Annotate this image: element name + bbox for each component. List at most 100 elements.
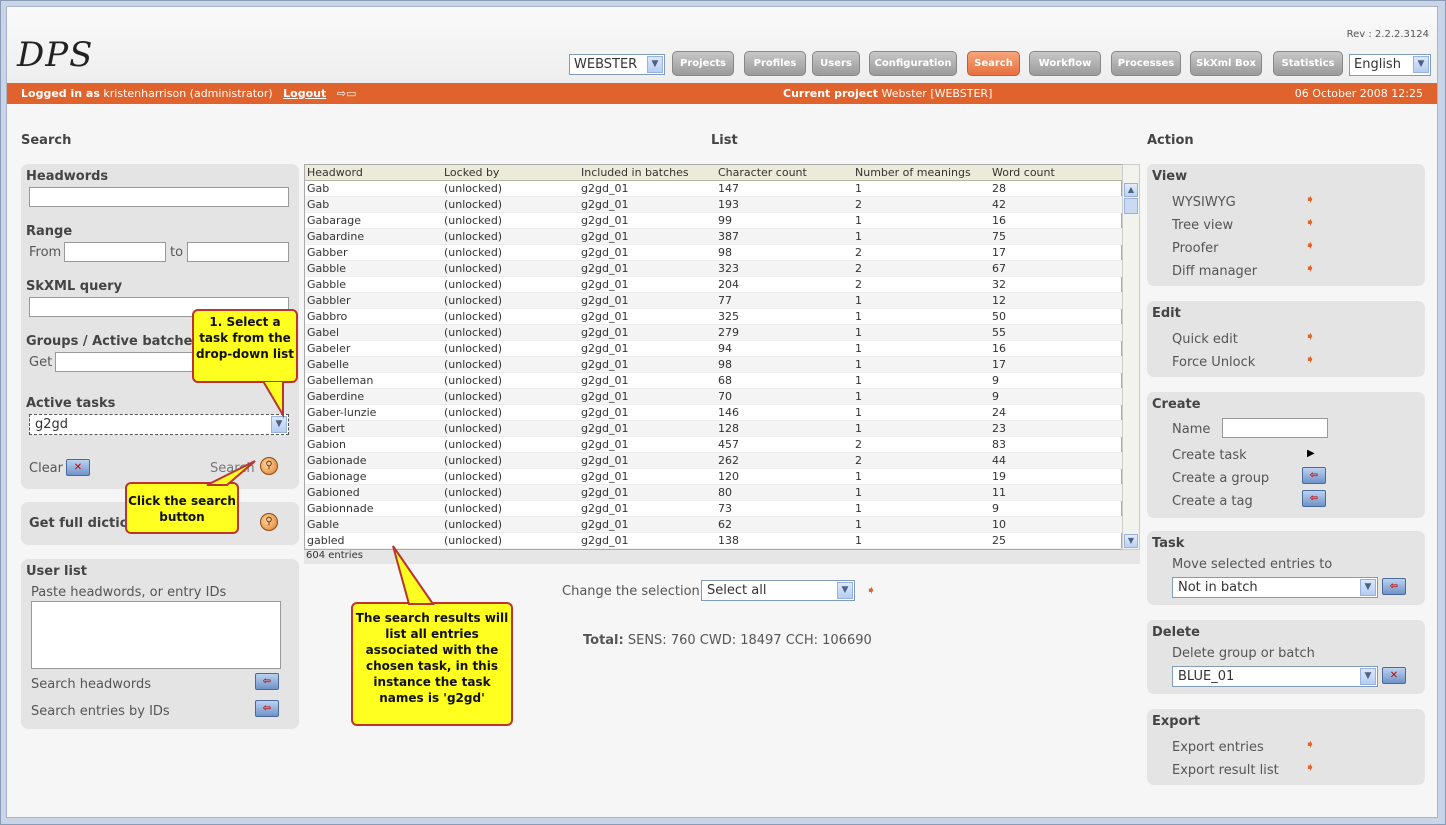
chevron-down-icon[interactable]: ▼ [647, 56, 663, 73]
delete-label: Delete group or batch [1172, 646, 1315, 661]
export-result-arrow-icon[interactable]: ➧ [1305, 761, 1317, 773]
search-icon[interactable]: ⚲ [260, 457, 278, 475]
nav-skxml-box[interactable]: SkXml Box [1190, 51, 1262, 76]
table-row[interactable]: Gab (unlocked) g2gd_01 147 1 28 [305, 181, 1123, 197]
quick-edit-label[interactable]: Quick edit [1172, 332, 1238, 347]
table-row[interactable]: Gabelle (unlocked) g2gd_01 98 1 17 [305, 357, 1123, 373]
range-from-input[interactable] [64, 242, 166, 262]
table-row[interactable]: Gabber (unlocked) g2gd_01 98 2 17 [305, 245, 1123, 261]
tree-view-arrow-icon[interactable]: ➧ [1305, 216, 1317, 228]
create-tag-icon[interactable]: ⇦ [1302, 490, 1326, 507]
search-ids-icon[interactable]: ⇦ [255, 700, 279, 717]
table-row[interactable]: Gabarage (unlocked) g2gd_01 99 1 16 [305, 213, 1123, 229]
create-group-label[interactable]: Create a group [1172, 471, 1269, 486]
table-row[interactable]: Gabbler (unlocked) g2gd_01 77 1 12 [305, 293, 1123, 309]
force-unlock-label[interactable]: Force Unlock [1172, 355, 1255, 370]
move-apply-icon[interactable]: ⇦ [1382, 578, 1406, 595]
export-result-label[interactable]: Export result list [1172, 763, 1279, 778]
table-cell: 83 [992, 438, 1006, 451]
export-entries-label[interactable]: Export entries [1172, 740, 1264, 755]
delete-select[interactable]: BLUE_01 ▼ [1172, 666, 1378, 687]
delete-icon[interactable]: ✕ [1382, 667, 1406, 684]
project-select[interactable]: WEBSTER ▼ [569, 54, 665, 75]
table-cell: gabled [307, 534, 345, 547]
table-row[interactable]: Gabelleman (unlocked) g2gd_01 68 1 9 [305, 373, 1123, 389]
get-label: Get [29, 355, 53, 370]
col-locked-by[interactable]: Locked by [444, 166, 499, 179]
table-cell: g2gd_01 [581, 534, 629, 547]
diff-manager-arrow-icon[interactable]: ➧ [1305, 262, 1317, 274]
table-row[interactable]: Gabioned (unlocked) g2gd_01 80 1 11 [305, 485, 1123, 501]
chevron-down-icon[interactable]: ▼ [1360, 668, 1376, 685]
table-row[interactable]: Gabert (unlocked) g2gd_01 128 1 23 [305, 421, 1123, 437]
name-input[interactable] [1222, 418, 1328, 438]
nav-workflow[interactable]: Workflow [1029, 51, 1101, 76]
table-row[interactable]: Gaberdine (unlocked) g2gd_01 70 1 9 [305, 389, 1123, 405]
table-cell: g2gd_01 [581, 230, 629, 243]
create-group-icon[interactable]: ⇦ [1302, 467, 1326, 484]
table-row[interactable]: Gaber-lunzie (unlocked) g2gd_01 146 1 24 [305, 405, 1123, 421]
quick-edit-arrow-icon[interactable]: ➧ [1305, 330, 1317, 342]
nav-profiles[interactable]: Profiles [744, 51, 806, 76]
tree-view-label[interactable]: Tree view [1172, 218, 1233, 233]
table-row[interactable]: Gabardine (unlocked) g2gd_01 387 1 75 [305, 229, 1123, 245]
col-word-count[interactable]: Word count [992, 166, 1055, 179]
nav-search[interactable]: Search [967, 51, 1020, 76]
range-to-input[interactable] [187, 242, 289, 262]
search-icon[interactable]: ⚲ [260, 513, 278, 531]
wysiwyg-label[interactable]: WYSIWYG [1172, 195, 1236, 210]
logout-icon[interactable]: ⇨▭ [337, 87, 357, 100]
table-row[interactable]: Gabionage (unlocked) g2gd_01 120 1 19 [305, 469, 1123, 485]
callout-click-search: Click the search button [125, 482, 239, 534]
export-entries-arrow-icon[interactable]: ➧ [1305, 738, 1317, 750]
col-headword[interactable]: Headword [307, 166, 363, 179]
table-row[interactable]: Gabeler (unlocked) g2gd_01 94 1 16 [305, 341, 1123, 357]
clear-icon[interactable]: ✕ [66, 459, 90, 476]
chevron-down-icon[interactable]: ▼ [837, 582, 853, 599]
col-batches[interactable]: Included in batches [581, 166, 689, 179]
headwords-input[interactable] [29, 187, 289, 207]
force-unlock-arrow-icon[interactable]: ➧ [1305, 353, 1317, 365]
create-task-arrow-icon[interactable]: ▶ [1307, 448, 1319, 460]
move-select[interactable]: Not in batch ▼ [1172, 577, 1378, 598]
table-row[interactable]: Gable (unlocked) g2gd_01 62 1 10 [305, 517, 1123, 533]
diff-manager-label[interactable]: Diff manager [1172, 264, 1257, 279]
scroll-thumb[interactable] [1124, 198, 1138, 214]
from-label: From [29, 245, 62, 260]
table-cell: 1 [855, 342, 862, 355]
table-row[interactable]: Gabionade (unlocked) g2gd_01 262 2 44 [305, 453, 1123, 469]
table-row[interactable]: Gab (unlocked) g2gd_01 193 2 42 [305, 197, 1123, 213]
nav-projects[interactable]: Projects [672, 51, 734, 76]
nav-configuration[interactable]: Configuration [869, 51, 957, 76]
user-list-textarea[interactable] [31, 601, 281, 669]
table-scrollbar[interactable]: ▲ ▼ [1122, 164, 1140, 550]
table-row[interactable]: Gabbro (unlocked) g2gd_01 325 1 50 [305, 309, 1123, 325]
language-select[interactable]: English ▼ [1349, 54, 1431, 76]
proofer-arrow-icon[interactable]: ➧ [1305, 239, 1317, 251]
table-cell: Gable [307, 518, 340, 531]
scroll-up-icon[interactable]: ▲ [1124, 183, 1138, 197]
logout-link[interactable]: Logout [283, 87, 326, 100]
table-row[interactable]: Gabionnade (unlocked) g2gd_01 73 1 9 [305, 501, 1123, 517]
search-headwords-icon[interactable]: ⇦ [255, 673, 279, 690]
nav-statistics[interactable]: Statistics [1273, 51, 1343, 76]
wysiwyg-arrow-icon[interactable]: ➧ [1305, 193, 1317, 205]
apply-selection-icon[interactable]: ➧ [866, 584, 878, 596]
create-task-label[interactable]: Create task [1172, 448, 1247, 463]
nav-processes[interactable]: Processes [1111, 51, 1181, 76]
create-tag-label[interactable]: Create a tag [1172, 494, 1253, 509]
table-row[interactable]: Gabion (unlocked) g2gd_01 457 2 83 [305, 437, 1123, 453]
date-label: 06 October 2008 12:25 [1294, 87, 1423, 100]
col-meanings[interactable]: Number of meanings [855, 166, 971, 179]
proofer-label[interactable]: Proofer [1172, 241, 1219, 256]
table-row[interactable]: Gabel (unlocked) g2gd_01 279 1 55 [305, 325, 1123, 341]
table-row[interactable]: Gabble (unlocked) g2gd_01 323 2 67 [305, 261, 1123, 277]
chevron-down-icon[interactable]: ▼ [1413, 56, 1429, 73]
scroll-down-icon[interactable]: ▼ [1124, 534, 1138, 548]
nav-users[interactable]: Users [812, 51, 860, 76]
table-cell: g2gd_01 [581, 502, 629, 515]
table-row[interactable]: Gabble (unlocked) g2gd_01 204 2 32 [305, 277, 1123, 293]
change-selection-select[interactable]: Select all ▼ [701, 580, 855, 601]
chevron-down-icon[interactable]: ▼ [1360, 579, 1376, 596]
col-char-count[interactable]: Character count [718, 166, 807, 179]
